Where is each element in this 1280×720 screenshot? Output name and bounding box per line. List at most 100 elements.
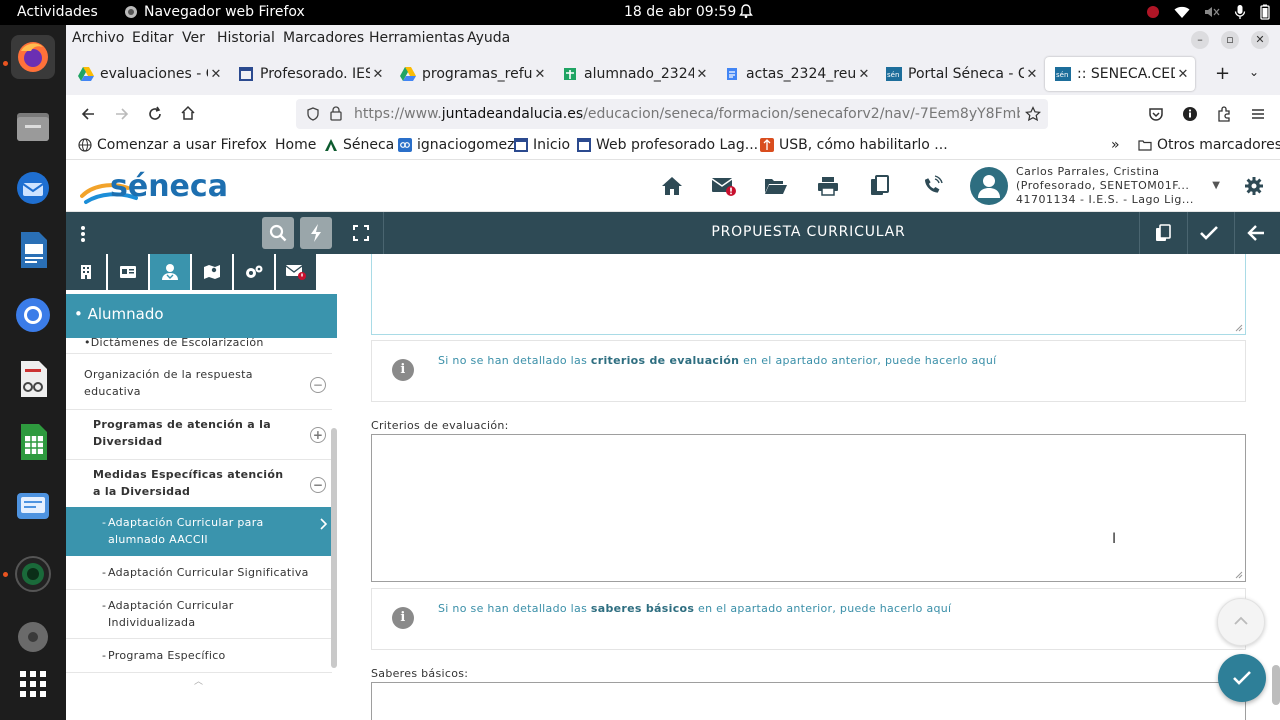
home-icon[interactable]: [646, 160, 698, 212]
sidebar-item-aci[interactable]: - Adaptación Curricular Individualizada: [66, 590, 332, 639]
criterios-textarea[interactable]: I: [371, 434, 1246, 582]
print-icon[interactable]: [802, 160, 854, 212]
sidebar-item-aaccii[interactable]: - Adaptación Curricular para alumnado AA…: [66, 507, 332, 556]
tab-programas[interactable]: programas_refue ✕: [390, 57, 552, 91]
tab-list-chevron-icon[interactable]: ⌄: [1249, 65, 1259, 79]
building-icon[interactable]: [66, 254, 106, 290]
sidebar-item-programa-especifico[interactable]: - Programa Específico: [66, 639, 332, 673]
menu-marcadores[interactable]: Marcadores: [283, 30, 364, 46]
shield-icon[interactable]: [306, 107, 320, 121]
menu-ver[interactable]: Ver: [182, 30, 205, 46]
bookmark-usb[interactable]: USB, cómo habilitarlo ...: [760, 137, 948, 153]
sidebar-scroll-up-icon[interactable]: ︿: [66, 674, 331, 688]
tab-alumnado[interactable]: alumnado_2324 - ✕: [552, 57, 714, 91]
close-tab-icon[interactable]: ✕: [1024, 67, 1040, 82]
reader-icon[interactable]: [11, 357, 55, 401]
pocket-icon[interactable]: [1148, 106, 1164, 122]
close-window-button[interactable]: ✕: [1251, 31, 1269, 49]
sidebar-item-organizacion[interactable]: Organización de la respuesta educativa −: [66, 360, 332, 410]
messages-icon[interactable]: [11, 485, 55, 529]
sidebar-item-medidas[interactable]: Medidas Específicas atención a la Divers…: [66, 460, 332, 510]
hamburger-menu-icon[interactable]: [1250, 106, 1266, 122]
bookmark-seneca[interactable]: Séneca: [324, 137, 394, 153]
close-tab-icon[interactable]: ✕: [856, 67, 872, 82]
account-icon[interactable]: [1182, 106, 1198, 122]
expand-icon[interactable]: +: [310, 426, 326, 443]
bookmark-web-profesorado[interactable]: Web profesorado Lag...: [577, 137, 758, 153]
lock-icon[interactable]: [330, 106, 342, 121]
close-tab-icon[interactable]: ✕: [1175, 67, 1191, 82]
tab-portal-seneca[interactable]: sén Portal Séneca - C ✕: [876, 57, 1044, 91]
bookmark-home[interactable]: Home: [275, 137, 316, 153]
copy-document-icon[interactable]: [1155, 224, 1171, 242]
writer-icon[interactable]: [11, 228, 55, 272]
copy-icon[interactable]: [854, 160, 906, 212]
tab-actas[interactable]: actas_2324_reun ✕: [714, 57, 876, 91]
seneca-logo[interactable]: séneca: [80, 166, 230, 206]
sidebar-item-acs[interactable]: - Adaptación Curricular Significativa: [66, 556, 332, 590]
students-icon[interactable]: [150, 254, 190, 290]
settings-gear-icon[interactable]: [1228, 160, 1280, 212]
menu-historial[interactable]: Historial: [217, 30, 275, 46]
close-tab-icon[interactable]: ✕: [208, 67, 224, 82]
id-card-icon[interactable]: [108, 254, 148, 290]
calc-icon[interactable]: [11, 420, 55, 464]
mail-alert-icon[interactable]: [276, 254, 316, 290]
close-tab-icon[interactable]: ✕: [532, 67, 548, 82]
minimize-button[interactable]: –: [1191, 31, 1209, 49]
sidebar-item-dictamenes[interactable]: •Dictámenes de Escolarización: [66, 338, 332, 354]
bookmark-inicio[interactable]: Inicio: [514, 137, 570, 153]
forward-icon[interactable]: [114, 106, 130, 122]
map-icon[interactable]: [192, 254, 232, 290]
collapse-icon[interactable]: −: [310, 376, 326, 393]
home-icon[interactable]: [180, 105, 196, 121]
bookmark-otros[interactable]: Otros marcadores: [1138, 137, 1280, 153]
sidebar-item-programas[interactable]: Programas de atención a la Diversidad +: [66, 410, 332, 460]
chromium-icon[interactable]: [11, 293, 55, 337]
user-info[interactable]: Carlos Parrales, Cristina (Profesorado, …: [970, 164, 1228, 208]
resize-handle-icon[interactable]: [1235, 324, 1243, 332]
close-tab-icon[interactable]: ✕: [370, 67, 386, 82]
gears-icon[interactable]: [234, 254, 274, 290]
activities-button[interactable]: Actividades: [17, 4, 98, 20]
extensions-icon[interactable]: [1216, 106, 1232, 122]
camera-icon[interactable]: [11, 552, 55, 596]
tab-evaluaciones[interactable]: evaluaciones - Go ✕: [68, 57, 228, 91]
thunderbird-icon[interactable]: [11, 166, 55, 210]
close-tab-icon[interactable]: ✕: [694, 67, 710, 82]
sidebar-search-icon[interactable]: [262, 217, 294, 249]
bookmark-comenzar[interactable]: Comenzar a usar Firefox: [78, 137, 267, 153]
scroll-top-button[interactable]: [1217, 598, 1265, 646]
reload-icon[interactable]: [147, 106, 163, 122]
sidebar-bolt-icon[interactable]: [300, 217, 332, 249]
page-scrollbar[interactable]: [1272, 665, 1280, 705]
firefox-icon[interactable]: [11, 35, 55, 79]
mail-icon[interactable]: [698, 160, 750, 212]
resize-handle-icon[interactable]: [1235, 571, 1243, 579]
tab-profesorado[interactable]: Profesorado. IES ✕: [228, 57, 390, 91]
kebab-menu-icon[interactable]: [80, 225, 86, 243]
menu-archivo[interactable]: Archivo: [72, 30, 124, 46]
show-apps-icon[interactable]: [11, 662, 55, 706]
bookmarks-overflow-icon[interactable]: »: [1111, 137, 1120, 153]
maximize-button[interactable]: ▫: [1221, 31, 1239, 49]
collapse-icon[interactable]: −: [310, 476, 326, 493]
bookmark-ignaciogomez[interactable]: ignaciogomez: [398, 137, 514, 153]
previous-textarea[interactable]: [371, 254, 1246, 335]
disks-icon[interactable]: [11, 615, 55, 659]
phone-icon[interactable]: [906, 160, 958, 212]
url-text[interactable]: https://www.juntadeandalucia.es/educacio…: [354, 106, 1020, 122]
user-dropdown-icon[interactable]: ▼: [1212, 180, 1220, 191]
back-arrow-icon[interactable]: [1247, 225, 1265, 241]
files-icon[interactable]: [11, 105, 55, 149]
url-bar[interactable]: https://www.juntadeandalucia.es/educacio…: [296, 99, 1048, 129]
menu-herramientas[interactable]: Herramientas: [369, 30, 464, 46]
menu-ayuda[interactable]: Ayuda: [467, 30, 510, 46]
bookmark-star-icon[interactable]: [1025, 106, 1041, 122]
system-tray[interactable]: [1146, 4, 1270, 20]
tab-seneca-active[interactable]: sén :: SENECA.CED.JU ✕: [1045, 57, 1195, 91]
save-fab-button[interactable]: [1218, 654, 1266, 702]
clock[interactable]: 18 de abr 09:59: [624, 4, 736, 20]
folder-open-icon[interactable]: [750, 160, 802, 212]
back-icon[interactable]: [80, 106, 96, 122]
